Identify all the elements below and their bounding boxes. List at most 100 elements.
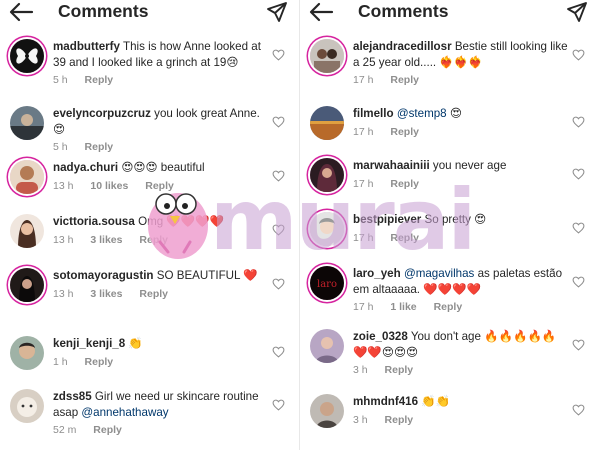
reply-button[interactable]: Reply — [434, 301, 463, 313]
heart-outline-icon[interactable] — [572, 339, 585, 351]
avatar[interactable] — [310, 394, 344, 428]
avatar[interactable] — [10, 336, 44, 370]
comment-body: evelyncorpuzcruz you look great Anne. 😍 … — [53, 106, 270, 154]
heart-outline-icon[interactable] — [272, 224, 285, 236]
comment-username[interactable]: mhmdnf416 — [353, 395, 418, 408]
comment-text: 😍 — [449, 107, 462, 120]
comment-username[interactable]: sotomayoragustin — [53, 269, 154, 282]
reply-button[interactable]: Reply — [139, 234, 168, 246]
heart-outline-icon[interactable] — [272, 49, 285, 61]
comment-username[interactable]: marwahaainiii — [353, 159, 430, 172]
comment-username[interactable]: evelyncorpuzcruz — [53, 107, 151, 120]
heart-outline-icon[interactable] — [572, 404, 585, 416]
heart-outline-icon[interactable] — [572, 168, 585, 180]
reply-button[interactable]: Reply — [390, 74, 419, 86]
reply-button[interactable]: Reply — [390, 232, 419, 244]
comments-header: Comments — [0, 0, 300, 26]
comment-time: 13 h — [53, 287, 74, 300]
comment-username[interactable]: laro_yeh — [353, 267, 401, 280]
reply-button[interactable]: Reply — [85, 141, 114, 153]
heart-outline-icon[interactable] — [572, 276, 585, 288]
page-title: Comments — [58, 1, 149, 21]
comment-time: 17 h — [353, 301, 374, 313]
avatar[interactable] — [310, 329, 344, 363]
comment-body: kenji_kenji_8 👏 1 h Reply — [53, 336, 270, 369]
avatar[interactable] — [310, 39, 344, 73]
heart-outline-icon[interactable] — [572, 116, 585, 128]
comment-body: nadya.churi 😍😍😍 beautiful 13 h 10 likes … — [53, 160, 270, 193]
avatar[interactable] — [310, 106, 344, 140]
comment-likes[interactable]: 3 likes — [90, 234, 122, 246]
comment-time: 17 h — [353, 177, 374, 190]
avatar[interactable]: laro — [310, 266, 344, 300]
heart-outline-icon[interactable] — [572, 49, 585, 61]
arrow-left-icon — [309, 2, 334, 22]
heart-outline-icon[interactable] — [272, 170, 285, 182]
reply-button[interactable]: Reply — [85, 356, 114, 368]
comment-username[interactable]: bestpipiever — [353, 213, 421, 226]
avatar[interactable] — [10, 214, 44, 248]
reply-button[interactable]: Reply — [390, 178, 419, 190]
avatar[interactable] — [10, 268, 44, 302]
comment-likes[interactable]: 10 likes — [90, 180, 128, 192]
comment-username[interactable]: alejandracedillosr — [353, 40, 452, 53]
comment-username[interactable]: filmello — [353, 107, 394, 120]
avatar[interactable] — [10, 389, 44, 423]
heart-outline-icon[interactable] — [272, 278, 285, 290]
comment-body: bestpipiever So pretty 😍 17 h Reply — [353, 212, 570, 245]
back-button[interactable] — [308, 1, 336, 23]
comment-meta: 17 h Reply — [353, 177, 570, 191]
comment-username[interactable]: victtoria.sousa — [53, 215, 135, 228]
reply-button[interactable]: Reply — [385, 414, 414, 426]
comment-mention[interactable]: @stemp8 — [397, 107, 447, 120]
comment-mention[interactable]: @magavilhas — [404, 267, 474, 280]
heart-outline-icon[interactable] — [272, 116, 285, 128]
comment-meta: 17 h 1 like Reply — [353, 300, 570, 314]
comments-header: Comments — [300, 0, 600, 26]
comment-body: alejandracedillosr Bestie still looking … — [353, 39, 570, 87]
comment-time: 3 h — [353, 413, 368, 426]
comment-likes[interactable]: 3 likes — [90, 288, 122, 300]
comment-body: victtoria.sousa Omg ❤️❤️❤️❤️ 13 h 3 like… — [53, 214, 270, 247]
comment-username[interactable]: zoie_0328 — [353, 330, 408, 343]
comment-meta: 5 h Reply — [53, 140, 270, 154]
comment-time: 5 h — [53, 141, 68, 153]
comment-likes[interactable]: 1 like — [390, 301, 416, 313]
reply-button[interactable]: Reply — [390, 126, 419, 138]
comment-time: 13 h — [53, 179, 74, 192]
heart-outline-icon[interactable] — [572, 222, 585, 234]
reply-button[interactable]: Reply — [145, 180, 174, 192]
share-button[interactable] — [266, 1, 288, 23]
comment-time: 1 h — [53, 355, 68, 368]
reply-button[interactable]: Reply — [139, 288, 168, 300]
comment-mention[interactable]: @annehathaway — [81, 406, 168, 419]
reply-button[interactable]: Reply — [93, 424, 122, 436]
comment-text: 👏 — [128, 337, 143, 350]
avatar[interactable] — [310, 212, 344, 246]
heart-outline-icon[interactable] — [272, 346, 285, 358]
comment-meta: 3 h Reply — [353, 363, 570, 377]
comment-meta: 13 h 3 likes Reply — [53, 287, 270, 301]
comment-body: zoie_0328 You don't age 🔥🔥🔥🔥🔥 ❤️❤️😍😍😍 3 … — [353, 329, 570, 377]
comment-time: 52 m — [53, 424, 77, 436]
comment-time: 17 h — [353, 231, 374, 244]
comment-username[interactable]: nadya.churi — [53, 161, 118, 174]
comment-time: 3 h — [353, 364, 368, 376]
comment-username[interactable]: kenji_kenji_8 — [53, 337, 125, 350]
comment-time: 5 h — [53, 74, 68, 86]
reply-button[interactable]: Reply — [385, 364, 414, 376]
share-button[interactable] — [566, 1, 588, 23]
comment-meta: 17 h Reply — [353, 231, 570, 245]
avatar[interactable] — [10, 106, 44, 140]
avatar[interactable] — [310, 158, 344, 192]
back-button[interactable] — [8, 1, 36, 23]
comment-username[interactable]: madbutterfy — [53, 40, 120, 53]
comment-meta: 1 h Reply — [53, 355, 270, 369]
reply-button[interactable]: Reply — [85, 74, 114, 86]
avatar[interactable] — [10, 39, 44, 73]
comment-body: marwahaainiii you never age 17 h Reply — [353, 158, 570, 191]
heart-outline-icon[interactable] — [272, 399, 285, 411]
comment-text: you never age — [432, 159, 507, 172]
avatar[interactable] — [10, 160, 44, 194]
comment-username[interactable]: zdss85 — [53, 390, 92, 403]
